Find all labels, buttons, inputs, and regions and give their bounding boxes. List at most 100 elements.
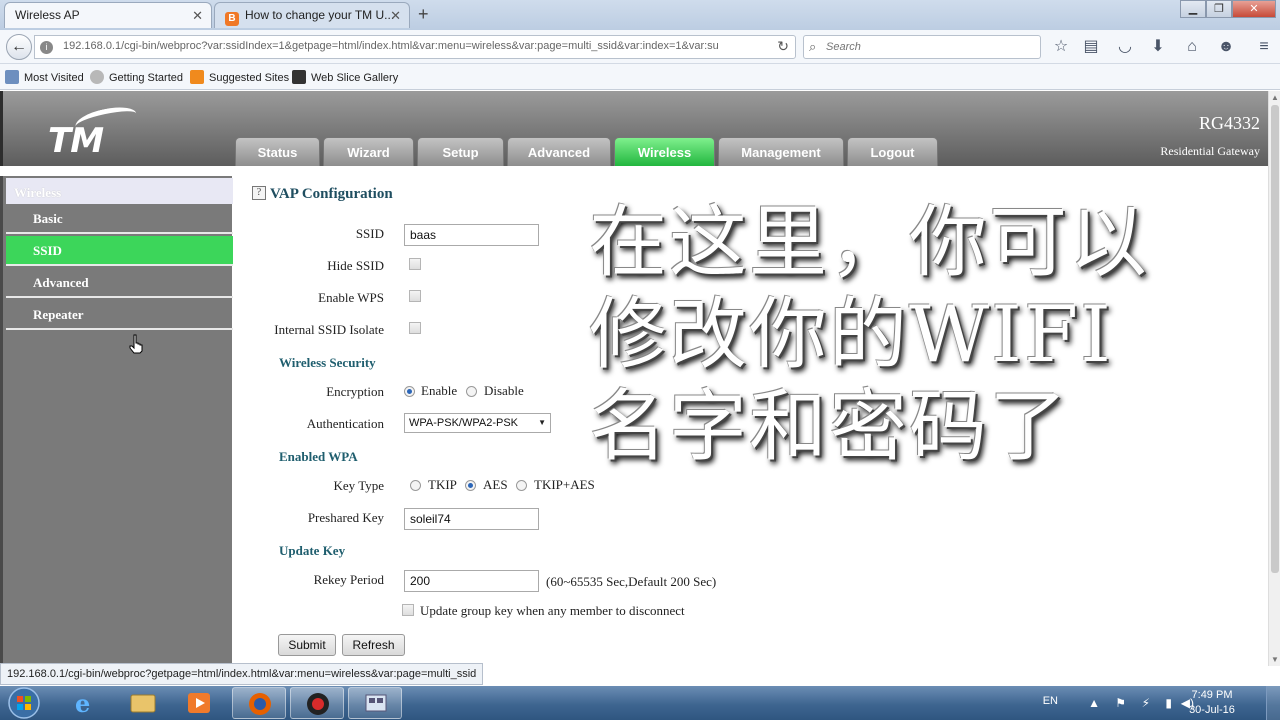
dropdown-arrow-icon: ▼	[538, 418, 546, 427]
tab-how-to-change[interactable]: B How to change your TM U... ✕	[214, 2, 410, 28]
folder-icon	[5, 70, 19, 84]
enable-wps-label: Enable WPS	[318, 290, 384, 305]
browser-tab-bar: Wireless AP ✕ B How to change your TM U..…	[0, 0, 1280, 30]
windows-start-icon[interactable]	[4, 686, 44, 720]
tab-title: Wireless AP	[15, 8, 80, 22]
router-header: TM RG4332 Residential Gateway Status Wiz…	[0, 91, 1268, 166]
page-scrollbar[interactable]: ▲ ▼	[1268, 91, 1280, 666]
minimize-icon[interactable]: ▁	[1180, 0, 1206, 18]
ssid-input[interactable]: baas	[404, 224, 539, 246]
model-name: RG4332	[1198, 113, 1260, 133]
authentication-label: Authentication	[306, 416, 384, 431]
menu-hamburger-icon[interactable]: ≡	[1253, 37, 1275, 57]
show-hidden-icons-icon[interactable]: ▲	[1088, 696, 1100, 710]
internal-ssid-isolate-checkbox[interactable]	[409, 322, 421, 334]
key-type-label: Key Type	[333, 478, 384, 493]
key-type-tkip-radio[interactable]	[410, 480, 421, 491]
tab-management[interactable]: Management	[718, 137, 844, 166]
media-player-icon[interactable]	[172, 687, 226, 719]
submit-button[interactable]: Submit	[278, 634, 336, 656]
close-tab-icon[interactable]: ✕	[192, 8, 203, 24]
tab-wizard[interactable]: Wizard	[323, 137, 414, 166]
firefox-icon[interactable]	[232, 687, 286, 719]
preshared-key-input[interactable]: soleil74	[404, 508, 539, 530]
page-title: VAP Configuration	[270, 186, 393, 202]
tab-advanced[interactable]: Advanced	[507, 137, 611, 166]
key-type-tkip-aes-radio[interactable]	[516, 480, 527, 491]
encryption-label: Encryption	[326, 384, 384, 399]
blogger-icon: B	[225, 12, 239, 26]
suggested-sites-icon	[190, 70, 204, 84]
hide-ssid-checkbox[interactable]	[409, 258, 421, 270]
svg-text:e: e	[75, 689, 90, 718]
bookmark-web-slice-gallery[interactable]: Web Slice Gallery	[292, 70, 398, 84]
hand-cursor-icon	[129, 334, 143, 354]
refresh-button[interactable]: Refresh	[342, 634, 405, 656]
encryption-enable-radio[interactable]	[404, 386, 415, 397]
clock-time[interactable]: 7:49 PM	[1182, 689, 1242, 701]
tab-title: How to change your TM U...	[245, 8, 395, 22]
search-box[interactable]: ⌕	[803, 35, 1041, 59]
enable-wps-checkbox[interactable]	[409, 290, 421, 302]
globe-icon	[90, 70, 104, 84]
network-tool-icon[interactable]	[348, 687, 402, 719]
enabled-wpa-heading: Enabled WPA	[279, 449, 358, 464]
rekey-period-input[interactable]: 200	[404, 570, 539, 592]
close-tab-icon[interactable]: ✕	[390, 8, 401, 24]
recorder-icon[interactable]	[290, 687, 344, 719]
model-subtitle: Residential Gateway	[1160, 144, 1260, 158]
tab-setup[interactable]: Setup	[417, 137, 504, 166]
update-group-key-label: Update group key when any member to disc…	[420, 603, 685, 618]
authentication-select[interactable]: WPA-PSK/WPA2-PSK ▼	[404, 413, 551, 433]
tab-logout[interactable]: Logout	[847, 137, 938, 166]
maximize-icon[interactable]: ❐	[1206, 0, 1232, 18]
authentication-selected-value: WPA-PSK/WPA2-PSK	[409, 417, 519, 429]
network-icon[interactable]: ▮	[1165, 696, 1172, 710]
preshared-key-label: Preshared Key	[307, 510, 384, 525]
navigation-toolbar: ← i 192.168.0.1/cgi-bin/webproc?var:ssid…	[0, 30, 1280, 64]
tab-wireless[interactable]: Wireless	[614, 137, 715, 166]
tm-logo: TM	[48, 121, 104, 161]
search-input[interactable]	[826, 39, 1036, 55]
url-bar[interactable]: i 192.168.0.1/cgi-bin/webproc?var:ssidIn…	[34, 35, 796, 59]
scrollbar-thumb[interactable]	[1271, 105, 1279, 573]
site-info-icon[interactable]: i	[40, 41, 53, 54]
bookmark-star-icon[interactable]: ☆	[1050, 37, 1072, 57]
back-arrow-icon[interactable]: ←	[6, 34, 32, 60]
reading-list-icon[interactable]: ▤	[1080, 37, 1102, 57]
key-type-tkip-aes-label: TKIP+AES	[534, 477, 595, 492]
sidebar-title: Wireless	[6, 178, 233, 204]
scroll-down-icon[interactable]: ▼	[1271, 655, 1279, 664]
explorer-icon[interactable]	[116, 687, 170, 719]
chat-icon[interactable]: ☻	[1215, 37, 1237, 57]
encryption-disable-radio[interactable]	[466, 386, 477, 397]
pocket-icon[interactable]: ◡	[1114, 37, 1136, 57]
window-controls: ▁ ❐ ✕	[1180, 0, 1276, 18]
close-window-icon[interactable]: ✕	[1232, 0, 1276, 18]
clock-date[interactable]: 30-Jul-16	[1182, 704, 1242, 716]
action-center-icon[interactable]: ⚑	[1115, 696, 1126, 710]
download-icon[interactable]: ⬇	[1147, 37, 1169, 57]
ie-icon[interactable]: e	[58, 687, 112, 719]
key-type-aes-label: AES	[483, 477, 508, 492]
bookmark-most-visited[interactable]: Most Visited	[5, 70, 84, 84]
bookmarks-toolbar: Most Visited Getting Started Suggested S…	[0, 64, 1280, 90]
bookmark-getting-started[interactable]: Getting Started	[90, 70, 183, 84]
home-icon[interactable]: ⌂	[1181, 37, 1203, 57]
help-icon[interactable]: ?	[252, 186, 266, 200]
key-type-aes-radio[interactable]	[465, 480, 476, 491]
new-tab-button[interactable]: +	[418, 4, 429, 25]
power-icon[interactable]: ⚡	[1142, 696, 1150, 710]
encryption-enable-label: Enable	[421, 383, 458, 398]
tab-status[interactable]: Status	[235, 137, 320, 166]
show-desktop-button[interactable]	[1266, 686, 1280, 720]
hide-ssid-label: Hide SSID	[327, 258, 384, 273]
tab-wireless-ap[interactable]: Wireless AP ✕	[4, 2, 212, 28]
update-group-key-checkbox[interactable]	[402, 604, 414, 616]
bookmark-suggested-sites[interactable]: Suggested Sites	[190, 70, 289, 84]
scroll-up-icon[interactable]: ▲	[1271, 93, 1279, 102]
caption-overlay: 在这里，你可以 修改你的WIFI 名字和密码了	[589, 198, 1150, 472]
reload-icon[interactable]: ↻	[777, 38, 789, 55]
key-type-tkip-label: TKIP	[428, 477, 457, 492]
language-indicator[interactable]: EN	[1043, 695, 1058, 707]
